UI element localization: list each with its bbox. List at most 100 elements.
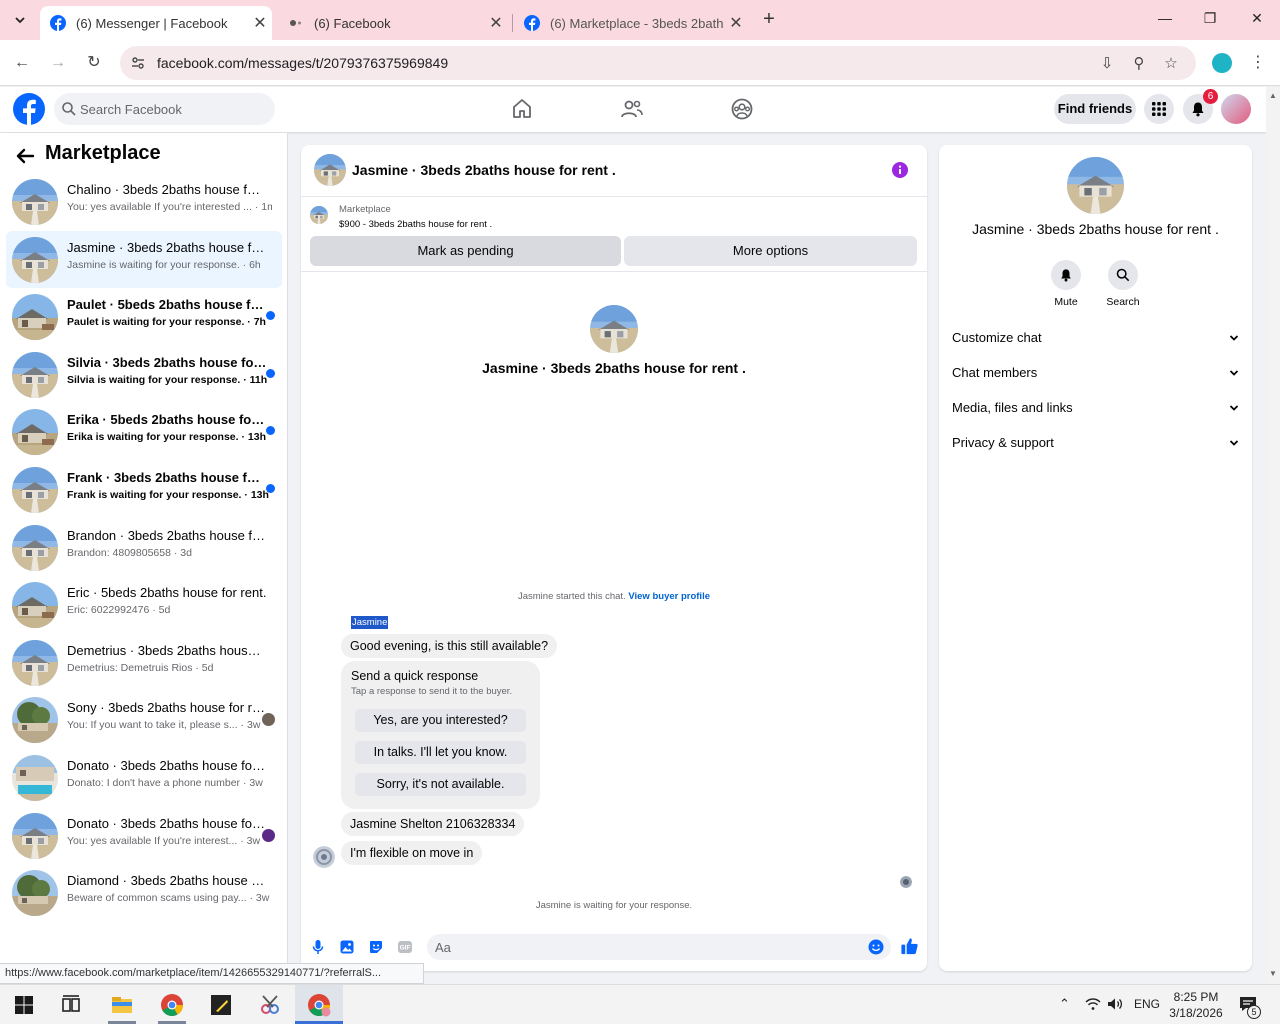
tab-facebook[interactable]: (6) Facebook ✕ [278,6,508,40]
quick-reply-not-available[interactable]: Sorry, it's not available. [355,773,526,796]
search-icon [62,102,76,116]
chat-members-row[interactable]: Chat members [952,360,1239,386]
chevron-up-icon[interactable]: ⌃ [1059,996,1070,1012]
site-settings-icon[interactable] [130,55,146,71]
chat-list-item[interactable]: Donato · 3beds 2baths house for rent . Yo… [6,807,282,865]
tab-messenger[interactable]: (6) Messenger | Facebook ✕ [40,6,272,40]
wifi-icon[interactable] [1085,997,1101,1011]
separator-dot: · [239,258,250,271]
tab-search-button[interactable] [8,8,32,32]
browser-menu-icon[interactable]: ⋮ [1250,52,1266,72]
friends-icon[interactable] [620,97,644,121]
chrome-profile-icon[interactable] [306,992,332,1018]
windows-start-icon[interactable] [11,992,37,1018]
close-tab-icon[interactable]: ✕ [724,13,748,33]
separator-dot: · [238,431,248,444]
menu-button[interactable] [1144,94,1174,124]
sticky-notes-icon[interactable] [208,992,234,1018]
chat-list-item[interactable]: Demetrius · 3beds 2baths house for rent … [6,634,282,692]
tab-title: (6) Facebook [314,15,391,31]
groups-icon[interactable] [730,97,754,121]
chat-list-item[interactable]: Eric · 5beds 2baths house for rent. Eric:… [6,576,282,634]
chat-preview: Beware of common scams using pay... · 3w [67,892,272,904]
speaker-glyph [1108,998,1123,1010]
chat-thumbnail [12,582,58,628]
browser-profile-avatar[interactable] [1212,53,1232,73]
tab-separator [512,14,513,32]
find-friends-button[interactable]: Find friends [1054,94,1136,124]
more-options-button[interactable]: More options [624,236,917,266]
quick-reply-in-talks[interactable]: In talks. I'll let you know. [355,741,526,764]
chat-list-item[interactable]: Diamond · 3beds 2baths house for rent . B… [6,864,282,922]
scroll-down-icon[interactable]: ▼ [1269,969,1277,978]
restore-window-icon[interactable]: ❐ [1200,10,1220,30]
gif-icon[interactable]: GIF [397,939,413,955]
message-input[interactable] [435,938,855,956]
search-chat-button[interactable]: Search [1093,260,1153,308]
listing-label: Marketplace [339,204,391,215]
sticker-icon[interactable] [368,939,384,955]
new-tab-button[interactable]: + [757,8,781,32]
back-button[interactable]: ← [11,52,33,74]
zoom-icon[interactable]: ⚲ [1130,54,1148,72]
mute-button[interactable]: Mute [1036,260,1096,308]
chat-list-item[interactable]: Chalino · 3beds 2baths house for rent . Y… [6,173,282,231]
close-window-icon[interactable]: ✕ [1247,10,1267,30]
volume-icon[interactable] [1107,997,1123,1011]
message-composer[interactable] [427,934,891,960]
chat-list: Chalino · 3beds 2baths house for rent . Y… [6,173,282,922]
photo-icon[interactable] [339,939,355,955]
system-clock[interactable]: 8:25 PM 3/18/2026 [1168,989,1224,1021]
chat-list-item[interactable]: Brandon · 3beds 2baths house for rent . B… [6,519,282,577]
clock-date: 3/18/2026 [1169,1006,1223,1020]
chat-list-item[interactable]: Donato · 3beds 2baths house for rent . Do… [6,749,282,807]
quick-reply-interested[interactable]: Yes, are you interested? [355,709,526,732]
emoji-icon[interactable] [868,939,884,955]
view-buyer-profile-link[interactable]: View buyer profile [628,591,710,602]
chat-list-item[interactable]: Sony · 3beds 2baths house for rent . You:… [6,691,282,749]
listing-thumbnail[interactable] [310,206,328,224]
install-app-icon[interactable]: ⇩ [1098,54,1116,72]
conversation-title[interactable]: Jasmine · 3beds 2baths house for rent . [352,162,616,178]
chat-time: 1m [261,201,272,213]
profile-avatar[interactable] [1221,94,1251,124]
listing-price[interactable]: $900 - 3beds 2baths house for rent . [339,219,492,230]
facebook-search[interactable] [54,93,275,125]
mark-as-pending-button[interactable]: Mark as pending [310,236,621,266]
facebook-logo-icon[interactable] [13,93,45,125]
chat-list-item[interactable]: Erika · 5beds 2baths house for rent. Erik… [6,403,282,461]
chat-list-item[interactable]: Silvia · 3beds 2baths house for rent . Si… [6,346,282,404]
page-scrollbar[interactable]: ▲ ▼ [1266,87,1280,984]
close-tab-icon[interactable]: ✕ [248,13,272,33]
close-tab-icon[interactable]: ✕ [484,13,508,33]
snipping-tool-icon[interactable] [257,992,283,1018]
thumbs-up-icon[interactable] [900,937,919,956]
search-input[interactable] [80,99,270,119]
bookmark-star-icon[interactable]: ☆ [1162,54,1180,72]
scroll-up-icon[interactable]: ▲ [1269,91,1277,100]
tab-marketplace[interactable]: (6) Marketplace - 3beds 2baths ✕ [514,6,748,40]
input-language[interactable]: ENG [1134,997,1160,1011]
minimize-window-icon[interactable]: — [1155,10,1175,30]
forward-button[interactable]: → [47,52,69,74]
chat-list-item[interactable]: Paulet · 5beds 2baths house for rent. Pau… [6,288,282,346]
conversation-panel: Jasmine · 3beds 2baths house for rent . … [301,145,927,971]
sender-avatar[interactable] [313,846,335,868]
address-bar[interactable]: facebook.com/messages/t/2079376375969849… [120,46,1196,80]
info-icon[interactable] [892,162,908,178]
customize-chat-row[interactable]: Customize chat [952,325,1239,351]
media-files-links-row[interactable]: Media, files and links [952,395,1239,421]
back-arrow-icon[interactable] [14,145,36,167]
facebook-favicon-icon [524,15,540,31]
privacy-support-row[interactable]: Privacy & support [952,430,1239,456]
reload-button[interactable]: ↻ [83,52,105,74]
microphone-icon[interactable] [310,939,326,955]
chat-name: Chalino · 3beds 2baths house for rent . [67,182,267,197]
chrome-icon[interactable] [159,992,185,1018]
chat-list-item[interactable]: Jasmine · 3beds 2baths house for rent . J… [6,230,282,289]
task-view-icon[interactable] [58,992,84,1018]
home-icon[interactable] [510,97,534,121]
conversation-avatar[interactable] [314,154,346,186]
file-explorer-icon[interactable] [109,992,135,1018]
chat-list-item[interactable]: Frank · 3beds 2baths house for rent . Fra… [6,461,282,519]
